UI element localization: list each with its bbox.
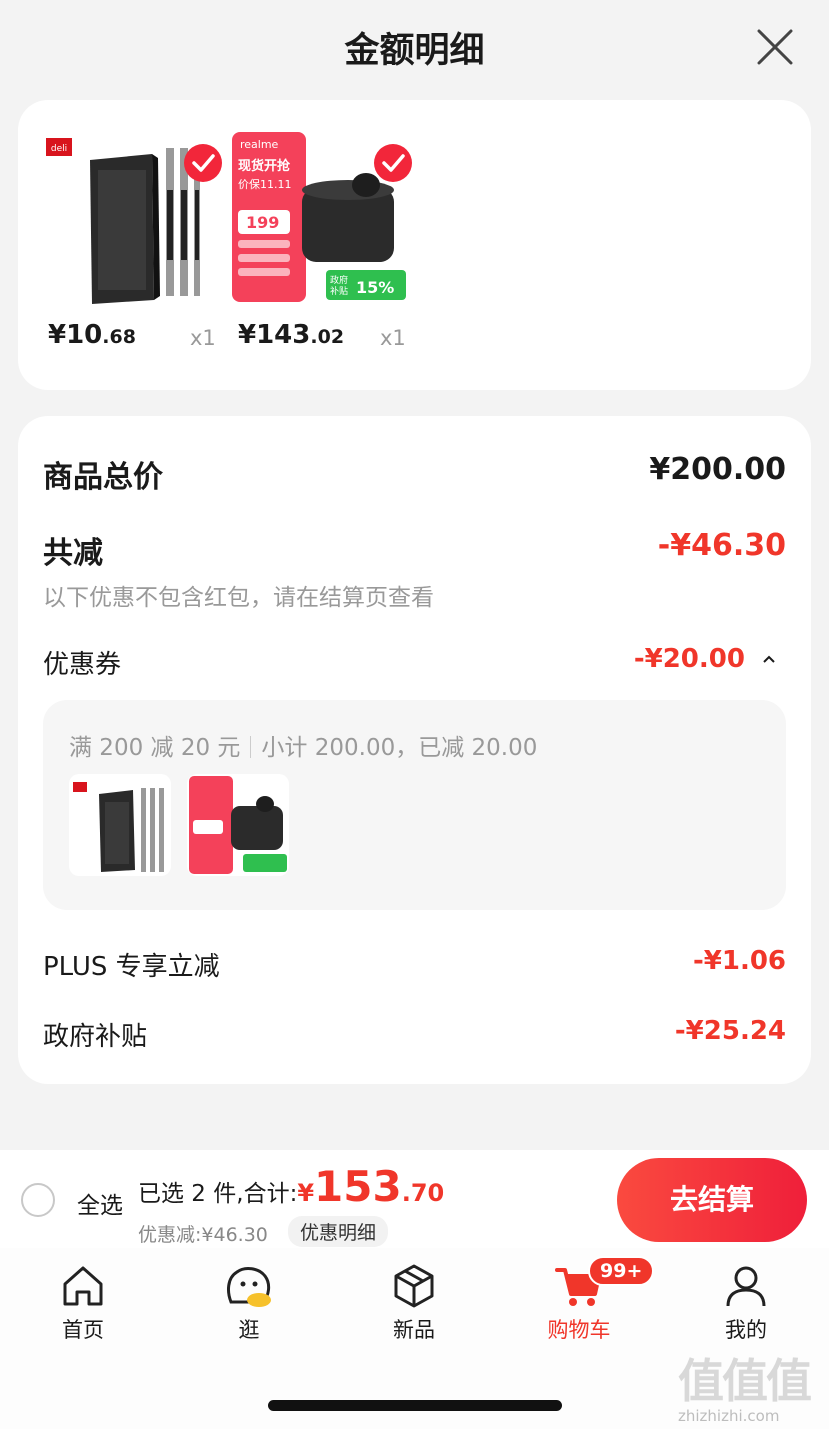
total-price-value: ¥200.00 [649, 452, 786, 487]
svg-text:补贴: 补贴 [330, 285, 348, 297]
product-price: ¥10.68 [48, 320, 136, 350]
select-all-radio[interactable] [21, 1183, 55, 1217]
close-icon [757, 29, 793, 65]
svg-text:deli: deli [51, 144, 67, 154]
selected-count-text: 已选 2 件,合计: [138, 1181, 298, 1207]
selected-check-icon[interactable] [374, 144, 412, 182]
gov-subsidy-row: 政府补贴 -¥25.24 [43, 1016, 786, 1052]
coupon-rule: 满 200 减 20 元 [69, 735, 241, 761]
coupon-value[interactable]: -¥20.00 [634, 644, 776, 674]
price-detail-card: 商品总价 ¥200.00 共减 -¥46.30 以下优惠不包含红包，请在结算页查… [18, 416, 811, 1084]
discount-detail-button[interactable]: 优惠明细 [288, 1216, 389, 1247]
product-item[interactable]: realme 现货开抢 价保11.11 199 政府 补贴 15% ¥143.0… [230, 130, 412, 360]
tab-explore[interactable]: 逛 [194, 1262, 304, 1342]
tab-label: 首页 [62, 1318, 104, 1342]
divider [250, 736, 252, 758]
total-currency: ¥ [297, 1179, 315, 1207]
page-title: 金额明细 [344, 31, 485, 71]
tab-label: 购物车 [547, 1318, 611, 1342]
tab-label: 逛 [238, 1318, 260, 1342]
total-reduce-value: -¥46.30 [657, 528, 786, 563]
product-price: ¥143.02 [238, 320, 345, 350]
total-amount-int: 153 [314, 1162, 402, 1211]
reduce-note: 以下优惠不包含红包，请在结算页查看 [43, 585, 434, 611]
svg-text:现货开抢: 现货开抢 [238, 158, 291, 174]
order-summary: 已选 2 件,合计:¥153.70 [138, 1162, 444, 1211]
product-thumbnail[interactable] [69, 774, 171, 876]
svg-text:政府: 政府 [330, 274, 348, 286]
selected-check-icon[interactable] [184, 144, 222, 182]
svg-text:realme: realme [240, 138, 279, 151]
user-icon [726, 1266, 766, 1307]
plus-discount-label: PLUS 专享立减 [43, 952, 220, 982]
coupon-detail-box: 满 200 减 20 元小计 200.00，已减 20.00 [43, 700, 786, 910]
coupon-text: 满 200 减 20 元小计 200.00，已减 20.00 [69, 728, 537, 762]
home-icon [63, 1266, 103, 1306]
coupon-label: 优惠券 [43, 650, 122, 680]
checkout-button[interactable]: 去结算 [617, 1158, 807, 1242]
tab-home[interactable]: 首页 [28, 1262, 138, 1342]
svg-text:15%: 15% [356, 278, 394, 297]
total-reduce-label: 共减 [43, 536, 103, 571]
svg-text:199: 199 [246, 213, 279, 232]
sheet-header: 金额明细 [0, 0, 829, 96]
close-button[interactable] [755, 27, 795, 67]
product-item[interactable]: deli ¥10.68 x1 [40, 130, 222, 360]
total-amount-dec: .70 [401, 1179, 445, 1207]
tab-new[interactable]: 新品 [359, 1262, 469, 1342]
home-indicator[interactable] [268, 1400, 562, 1411]
product-qty: x1 [190, 326, 216, 350]
selected-products-card: deli ¥10.68 x1 realme 现货开抢 价保11.11 199 政… [18, 100, 811, 390]
tab-label: 新品 [393, 1318, 435, 1342]
box-icon [394, 1264, 434, 1308]
coupon-summary: 小计 200.00，已减 20.00 [261, 735, 538, 761]
svg-text:价保11.11: 价保11.11 [238, 177, 292, 191]
gov-subsidy-value: -¥25.24 [674, 1016, 786, 1046]
cart-count-badge: 99+ [588, 1256, 655, 1286]
plus-discount-value: -¥1.06 [692, 946, 786, 976]
pen-box-image: deli [46, 138, 200, 304]
watermark-chars: 值值值 [678, 1354, 812, 1408]
tab-profile[interactable]: 我的 [691, 1262, 801, 1342]
chevron-up-icon [763, 655, 775, 663]
select-all-label[interactable]: 全选 [77, 1186, 123, 1220]
total-price-label: 商品总价 [43, 460, 163, 495]
explore-icon [227, 1267, 271, 1307]
total-reduce-row: 共减 -¥46.30 [43, 528, 786, 571]
discount-summary: 优惠减:¥46.30 [138, 1224, 268, 1246]
product-qty: x1 [380, 326, 406, 350]
tab-label: 我的 [725, 1318, 767, 1342]
watermark: 值值值 zhizhizhi.com [678, 1345, 823, 1425]
product-thumbnail[interactable] [187, 774, 289, 876]
gov-subsidy-label: 政府补贴 [43, 1022, 148, 1052]
checkout-bar: 全选 已选 2 件,合计:¥153.70 优惠减:¥46.30 优惠明细 去结算 [0, 1150, 829, 1248]
coupon-row[interactable]: 优惠券 -¥20.00 [43, 644, 786, 680]
total-price-row: 商品总价 ¥200.00 [43, 452, 786, 495]
plus-discount-row: PLUS 专享立减 -¥1.06 [43, 946, 786, 982]
